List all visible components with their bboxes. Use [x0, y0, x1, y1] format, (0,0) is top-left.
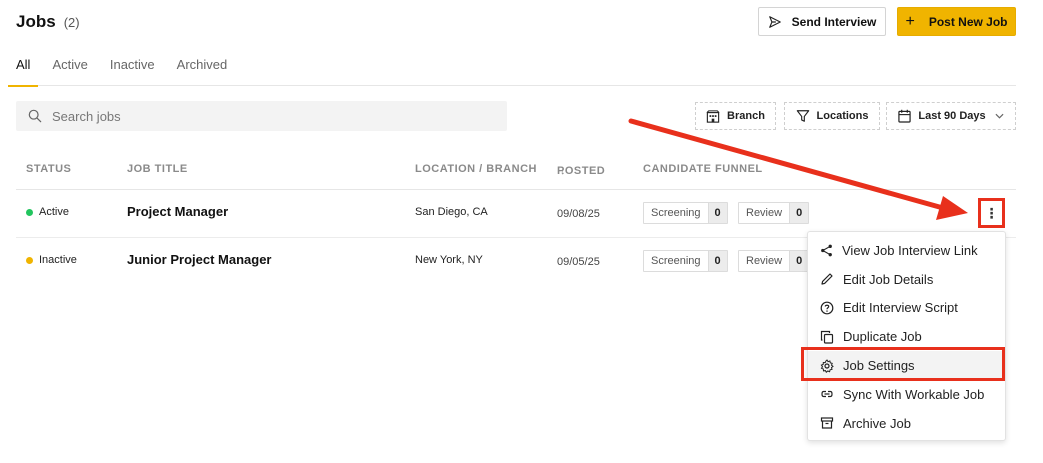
- send-interview-label: Send Interview: [791, 14, 877, 29]
- sort-down-icon: ↓: [560, 165, 566, 177]
- status-label: Inactive: [39, 254, 77, 266]
- send-icon: [768, 15, 781, 28]
- post-new-job-label: Post New Job: [928, 14, 1008, 29]
- column-status: STATUS: [26, 163, 72, 175]
- menu-item-label: Archive Job: [843, 415, 911, 431]
- search-icon: [28, 109, 42, 123]
- search-box: [16, 101, 507, 131]
- job-location: San Diego, CA: [415, 206, 488, 218]
- locations-filter-button[interactable]: Locations: [784, 102, 880, 130]
- review-count-chip[interactable]: Review 0: [738, 202, 810, 224]
- menu-item-edit-job-details[interactable]: Edit Job Details: [808, 265, 1005, 294]
- job-tabs: All Active Inactive Archived: [7, 52, 1016, 87]
- status-dot: [26, 256, 33, 264]
- send-interview-button[interactable]: Send Interview: [758, 7, 886, 36]
- kebab-icon: ⋮: [984, 205, 999, 221]
- tab-archived[interactable]: Archived: [177, 52, 228, 86]
- menu-item-label: Job Settings: [843, 358, 915, 374]
- filter-icon: [796, 110, 809, 122]
- date-range-filter-button[interactable]: Last 90 Days: [886, 102, 1016, 130]
- column-location: LOCATION / BRANCH: [415, 163, 537, 175]
- date-range-label: Last 90 Days: [918, 110, 986, 122]
- screening-count-chip[interactable]: Screening 0: [643, 250, 728, 272]
- search-input[interactable]: [52, 108, 472, 124]
- plus-icon: +: [905, 12, 915, 30]
- tab-inactive[interactable]: Inactive: [110, 52, 155, 86]
- branch-filter-label: Branch: [727, 110, 765, 122]
- menu-item-archive-job[interactable]: Archive Job: [808, 409, 1005, 438]
- gear-icon: [820, 358, 834, 373]
- question-circle-icon: [820, 301, 834, 315]
- archive-icon: [820, 417, 834, 429]
- screening-count: 0: [707, 203, 727, 223]
- link-icon: [821, 391, 833, 398]
- screening-count: 0: [707, 251, 727, 271]
- review-count-chip[interactable]: Review 0: [738, 250, 810, 272]
- table-header: STATUS JOB TITLE LOCATION / BRANCH POSTE…: [16, 158, 1016, 190]
- column-job-title: JOB TITLE: [127, 163, 188, 175]
- menu-item-label: Edit Interview Script: [843, 300, 958, 316]
- status-dot: [26, 208, 33, 216]
- job-title[interactable]: Junior Project Manager: [127, 252, 271, 267]
- tab-active[interactable]: Active: [52, 52, 87, 86]
- status-badge: Active: [26, 206, 69, 218]
- column-candidate-funnel: CANDIDATE FUNNEL: [643, 163, 763, 175]
- status-badge: Inactive: [26, 254, 77, 266]
- tab-all[interactable]: All: [7, 52, 40, 87]
- share-icon: [821, 244, 832, 257]
- job-location: New York, NY: [415, 254, 483, 266]
- menu-item-view-job-interview-link[interactable]: View Job Interview Link: [808, 236, 1005, 265]
- menu-item-label: Edit Job Details: [843, 271, 934, 287]
- menu-item-label: Duplicate Job: [843, 329, 922, 345]
- job-title[interactable]: Project Manager: [127, 204, 228, 219]
- menu-item-label: Sync With Workable Job: [843, 386, 985, 402]
- calendar-icon: [898, 109, 912, 123]
- page-header: Jobs (2): [16, 12, 80, 32]
- menu-item-label: View Job Interview Link: [842, 242, 978, 258]
- menu-item-job-settings[interactable]: Job Settings: [808, 351, 1005, 380]
- review-label: Review: [746, 207, 783, 219]
- copy-icon: [820, 330, 834, 344]
- building-icon: [706, 109, 720, 123]
- job-posted-date: 09/08/25: [557, 208, 600, 220]
- page-title: Jobs: [16, 12, 56, 31]
- job-posted-date: 09/05/25: [557, 256, 600, 268]
- chevron-down-icon: [995, 113, 1004, 119]
- review-count: 0: [789, 251, 809, 271]
- branch-filter-button[interactable]: Branch: [695, 102, 776, 130]
- row-actions-kebab-button[interactable]: ⋮: [978, 198, 1005, 228]
- review-label: Review: [746, 255, 783, 267]
- screening-count-chip[interactable]: Screening 0: [643, 202, 728, 224]
- menu-item-sync-with-workable-job[interactable]: Sync With Workable Job: [808, 380, 1005, 409]
- menu-item-edit-interview-script[interactable]: Edit Interview Script: [808, 294, 1005, 323]
- post-new-job-button[interactable]: + Post New Job: [897, 7, 1016, 36]
- row-actions-menu: View Job Interview Link Edit Job Details…: [807, 231, 1006, 441]
- pencil-icon: [821, 273, 833, 285]
- job-count: (2): [63, 15, 80, 30]
- screening-label: Screening: [651, 207, 701, 219]
- status-label: Active: [39, 206, 69, 218]
- locations-filter-label: Locations: [816, 110, 869, 122]
- review-count: 0: [789, 203, 809, 223]
- menu-item-duplicate-job[interactable]: Duplicate Job: [808, 322, 1005, 351]
- screening-label: Screening: [651, 255, 701, 267]
